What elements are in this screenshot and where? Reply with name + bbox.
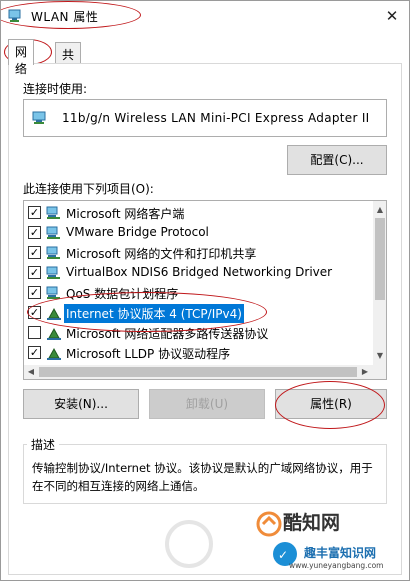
watermark-brand: 酷知网: [283, 512, 341, 534]
properties-button[interactable]: 属性(R): [275, 389, 387, 419]
tab-network[interactable]: 网络: [8, 39, 35, 76]
item-checkbox[interactable]: ✓: [28, 346, 41, 359]
description-text: 传输控制协议/Internet 协议。该协议是默认的广域网络协议，用于在不同的相…: [32, 461, 373, 493]
horizontal-scroll-thumb[interactable]: [39, 367, 357, 377]
components-list[interactable]: ✓ Microsoft 网络客户端 ✓ VMware Bridge Protoc…: [23, 200, 387, 380]
list-item[interactable]: Microsoft 网络适配器多路传送器协议: [24, 323, 374, 343]
list-item-selected[interactable]: ✓ Internet 协议版本 4 (TCP/IPv4): [24, 303, 374, 323]
item-label: Microsoft 网络适配器多路传送器协议: [66, 327, 269, 341]
item-checkbox[interactable]: ✓: [28, 306, 41, 319]
list-item[interactable]: ✓ Microsoft LLDP 协议驱动程序: [24, 343, 374, 363]
service-icon: [46, 266, 62, 280]
vertical-scroll-thumb[interactable]: [375, 218, 385, 300]
watermark-logo-icon: ✓: [165, 511, 297, 568]
list-item[interactable]: ✓ QoS 数据包计划程序: [24, 283, 374, 303]
window-title: WLAN 属性: [31, 10, 99, 24]
watermark: ✓ 酷知网 趣丰富知识网 www.yuneyangbang.com: [159, 504, 399, 574]
list-item[interactable]: ✓ Microsoft 网络客户端: [24, 203, 374, 223]
item-label: VMware Bridge Protocol: [66, 225, 209, 239]
client-icon: [46, 206, 62, 220]
horizontal-scrollbar[interactable]: ◀ ▶: [24, 365, 373, 379]
scroll-left-icon[interactable]: ◀: [24, 365, 38, 379]
vertical-scrollbar[interactable]: ▲ ▼: [373, 201, 386, 365]
list-item[interactable]: ✓ VMware Bridge Protocol: [24, 223, 374, 243]
watermark-site-name: 趣丰富知识网: [304, 546, 377, 560]
item-checkbox[interactable]: ✓: [28, 206, 41, 219]
items-label: 此连接使用下列项目(O):: [23, 182, 154, 196]
adapter-name: 11b/g/n Wireless LAN Mini-PCI Express Ad…: [62, 111, 370, 125]
scroll-right-icon[interactable]: ▶: [358, 365, 372, 379]
network-card-icon: [32, 111, 49, 125]
watermark-url: www.yuneyangbang.com: [289, 561, 384, 570]
protocol-icon: [46, 346, 62, 360]
uninstall-button[interactable]: 卸载(U): [149, 389, 265, 419]
service-icon: [46, 286, 62, 300]
item-checkbox[interactable]: ✓: [28, 286, 41, 299]
description-group: 传输控制协议/Internet 协议。该协议是默认的广域网络协议，用于在不同的相…: [23, 444, 387, 504]
network-tab-panel: 连接时使用: 11b/g/n Wireless LAN Mini-PCI Exp…: [8, 63, 402, 575]
item-label: QoS 数据包计划程序: [66, 287, 179, 301]
item-label: Microsoft LLDP 协议驱动程序: [66, 347, 231, 361]
item-label: Internet 协议版本 4 (TCP/IPv4): [64, 304, 244, 323]
service-icon: [46, 246, 62, 260]
network-adapter-icon: [8, 9, 24, 23]
svg-text:✓: ✓: [278, 548, 288, 562]
description-title: 描述: [27, 436, 60, 453]
install-button[interactable]: 安装(N)...: [23, 389, 139, 419]
close-button[interactable]: ✕: [381, 5, 403, 27]
adapter-field: 11b/g/n Wireless LAN Mini-PCI Express Ad…: [23, 99, 387, 137]
protocol-icon: [46, 326, 62, 340]
configure-button[interactable]: 配置(C)...: [287, 145, 387, 175]
item-label: Microsoft 网络的文件和打印机共享: [66, 247, 257, 261]
title-bar: WLAN 属性 ✕: [1, 1, 409, 32]
item-checkbox[interactable]: ✓: [28, 226, 41, 239]
item-checkbox[interactable]: [28, 326, 41, 339]
connect-using-label: 连接时使用:: [23, 82, 88, 96]
tab-sharing[interactable]: 共享: [55, 42, 82, 79]
scroll-corner: [373, 365, 386, 379]
protocol-icon: [46, 306, 62, 320]
service-icon: [46, 226, 62, 240]
list-item[interactable]: ✓ VirtualBox NDIS6 Bridged Networking Dr…: [24, 263, 374, 283]
item-checkbox[interactable]: ✓: [28, 246, 41, 259]
list-item[interactable]: ✓ Microsoft 网络的文件和打印机共享: [24, 243, 374, 263]
item-checkbox[interactable]: ✓: [28, 266, 41, 279]
scroll-down-icon[interactable]: ▼: [373, 349, 386, 363]
wlan-properties-dialog: WLAN 属性 ✕ 网络 共享 连接时使用: 11b/g/n Wireless …: [0, 0, 410, 581]
scroll-up-icon[interactable]: ▲: [373, 203, 386, 217]
item-label: VirtualBox NDIS6 Bridged Networking Driv…: [66, 265, 333, 279]
item-label: Microsoft 网络客户端: [66, 207, 185, 221]
